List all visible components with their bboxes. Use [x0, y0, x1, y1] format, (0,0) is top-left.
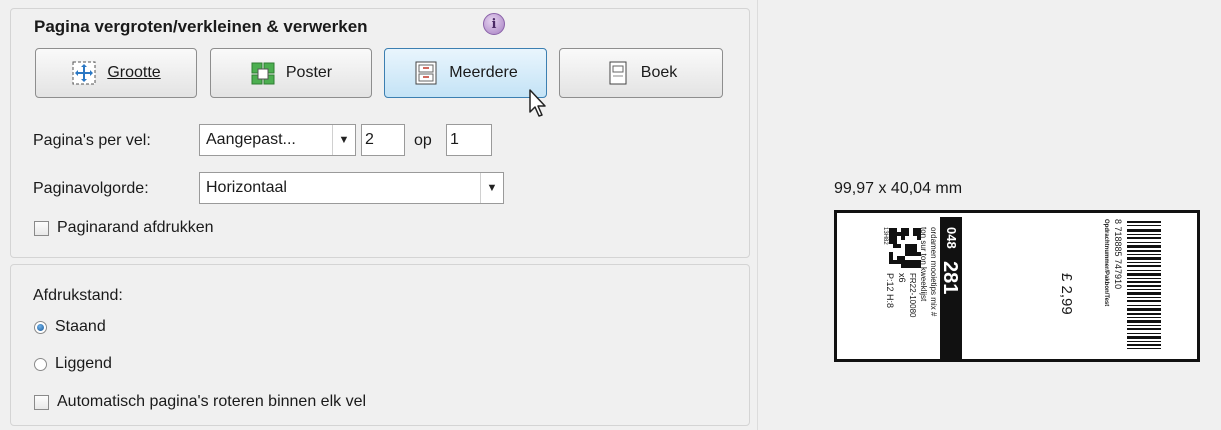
data-matrix-code [889, 228, 921, 268]
rows-value: 1 [450, 131, 459, 148]
checkbox-box[interactable] [34, 394, 49, 410]
size-button[interactable]: Grootte [35, 48, 197, 98]
booklet-icon [609, 61, 627, 85]
label-desc-2: ton sur ton kweeklijst [919, 227, 928, 302]
label-small-code: 13H82 [882, 227, 888, 245]
pane-divider [757, 0, 758, 430]
page-order-label: Paginavolgorde: [33, 180, 149, 197]
label-price: £ 2,99 [1058, 273, 1075, 315]
size-button-label: Grootte [107, 64, 161, 81]
label-code-main: 281 [939, 261, 961, 295]
landscape-radio[interactable]: Liggend [34, 355, 112, 373]
section-title-scaling: Pagina vergroten/verkleinen & verwerken [34, 17, 368, 36]
checkbox-box[interactable] [34, 220, 49, 236]
radio-dot[interactable] [34, 357, 47, 371]
pages-per-sheet-rows-input[interactable]: 1 [446, 124, 492, 156]
cols-value: 2 [365, 131, 374, 148]
barcode-number: 8 718885 747910 [1113, 219, 1123, 290]
page-dimensions: 99,97 x 40,04 mm [834, 180, 963, 197]
barcode [1127, 221, 1161, 349]
poster-button[interactable]: Poster [210, 48, 372, 98]
poster-button-label: Poster [285, 64, 333, 81]
orientation-title: Afdrukstand: [33, 287, 123, 304]
booklet-button-label: Boek [640, 64, 678, 81]
mouse-cursor-icon [529, 89, 546, 117]
portrait-label: Staand [55, 318, 106, 335]
page-order-value: Horizontaal [206, 179, 287, 196]
multiple-button[interactable]: Meerdere [384, 48, 547, 98]
print-page-border-label: Paginarand afdrukken [57, 219, 214, 236]
label-preview: 13H82 P:12 H:8 x6 FR22-10080 ton sur ton… [834, 210, 1200, 362]
auto-rotate-label: Automatisch pagina's roteren binnen elk … [57, 393, 367, 410]
portrait-radio[interactable]: Staand [34, 318, 106, 336]
chevron-down-icon: ▼ [332, 125, 355, 155]
pages-per-sheet-select[interactable]: Aangepast... ▼ [199, 124, 356, 156]
info-icon[interactable]: i [483, 13, 505, 35]
label-code-top: 048 [944, 227, 959, 249]
pages-per-sheet-label: Pagina's per vel: [33, 132, 151, 149]
label-desc-3: FR22-10080 [908, 273, 917, 318]
radio-dot-selected[interactable] [34, 320, 47, 334]
print-page-border-checkbox[interactable]: Paginarand afdrukken [34, 219, 214, 237]
resize-icon [72, 61, 96, 85]
poster-icon [251, 62, 275, 85]
pages-per-sheet-cols-input[interactable]: 2 [361, 124, 405, 156]
label-qty: x6 [897, 273, 907, 283]
booklet-button[interactable]: Boek [559, 48, 723, 98]
pages-per-sheet-value: Aangepast... [206, 131, 296, 148]
page-order-select[interactable]: Horizontaal ▼ [199, 172, 504, 204]
label-size: P:12 H:8 [885, 273, 895, 309]
multiple-pages-icon [415, 61, 437, 85]
chevron-down-icon: ▼ [480, 173, 503, 203]
landscape-label: Liggend [55, 355, 112, 372]
op-label: op [414, 132, 432, 149]
barcode-caption: Opdrachtnummer/Pakbon/Test [1103, 219, 1109, 307]
multiple-button-label: Meerdere [449, 64, 518, 81]
auto-rotate-checkbox[interactable]: Automatisch pagina's roteren binnen elk … [34, 393, 366, 411]
label-desc-1: ordamen mooietips mix # [929, 227, 938, 317]
